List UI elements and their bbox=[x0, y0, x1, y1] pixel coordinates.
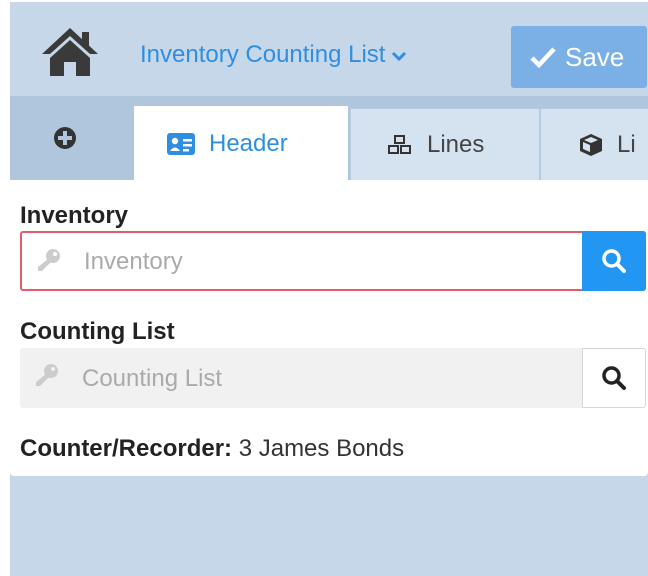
inventory-label: Inventory bbox=[20, 202, 129, 229]
search-icon bbox=[602, 249, 626, 273]
counting-list-field bbox=[20, 348, 646, 410]
tab-header-label: Header bbox=[209, 129, 288, 157]
tab-lots-label: Li bbox=[617, 130, 636, 158]
inventory-search-button[interactable] bbox=[582, 231, 646, 291]
page-title: Inventory Counting List bbox=[140, 41, 386, 68]
counting-list-search-button[interactable] bbox=[582, 348, 646, 408]
search-icon bbox=[602, 366, 626, 390]
plus-circle-icon bbox=[54, 127, 76, 149]
id-card-icon bbox=[167, 132, 195, 155]
home-icon bbox=[42, 28, 98, 76]
cube-icon bbox=[580, 133, 602, 156]
header-form: Inventory Counting List bbox=[10, 180, 648, 476]
app-frame: Inventory Counting List Save Header Line… bbox=[10, 0, 648, 576]
top-bar: Inventory Counting List Save bbox=[10, 0, 648, 98]
inventory-input[interactable] bbox=[82, 233, 566, 291]
tab-lines-label: Lines bbox=[427, 130, 485, 158]
key-icon bbox=[38, 249, 60, 271]
inventory-field bbox=[20, 231, 646, 291]
counting-list-input[interactable] bbox=[80, 348, 564, 410]
counter-value: 3 James Bonds bbox=[238, 435, 405, 462]
counting-list-label: Counting List bbox=[20, 318, 175, 345]
tab-lots[interactable]: Li bbox=[540, 108, 648, 180]
check-icon bbox=[530, 47, 556, 69]
counter-recorder-info: Counter/Recorder: 3 James Bonds bbox=[20, 435, 404, 463]
cubes-icon bbox=[388, 134, 411, 154]
chevron-down-icon bbox=[392, 51, 407, 62]
key-icon bbox=[36, 364, 58, 386]
tab-add[interactable] bbox=[10, 96, 120, 180]
page-title-dropdown[interactable]: Inventory Counting List bbox=[140, 40, 407, 70]
counter-label: Counter/Recorder: bbox=[20, 435, 233, 462]
home-button[interactable] bbox=[40, 26, 100, 78]
tab-lines[interactable]: Lines bbox=[350, 108, 540, 180]
tab-bar: Header Lines Li bbox=[10, 96, 648, 180]
save-label: Save bbox=[565, 41, 625, 72]
save-button[interactable]: Save bbox=[511, 26, 647, 88]
tab-header[interactable]: Header bbox=[134, 106, 348, 180]
